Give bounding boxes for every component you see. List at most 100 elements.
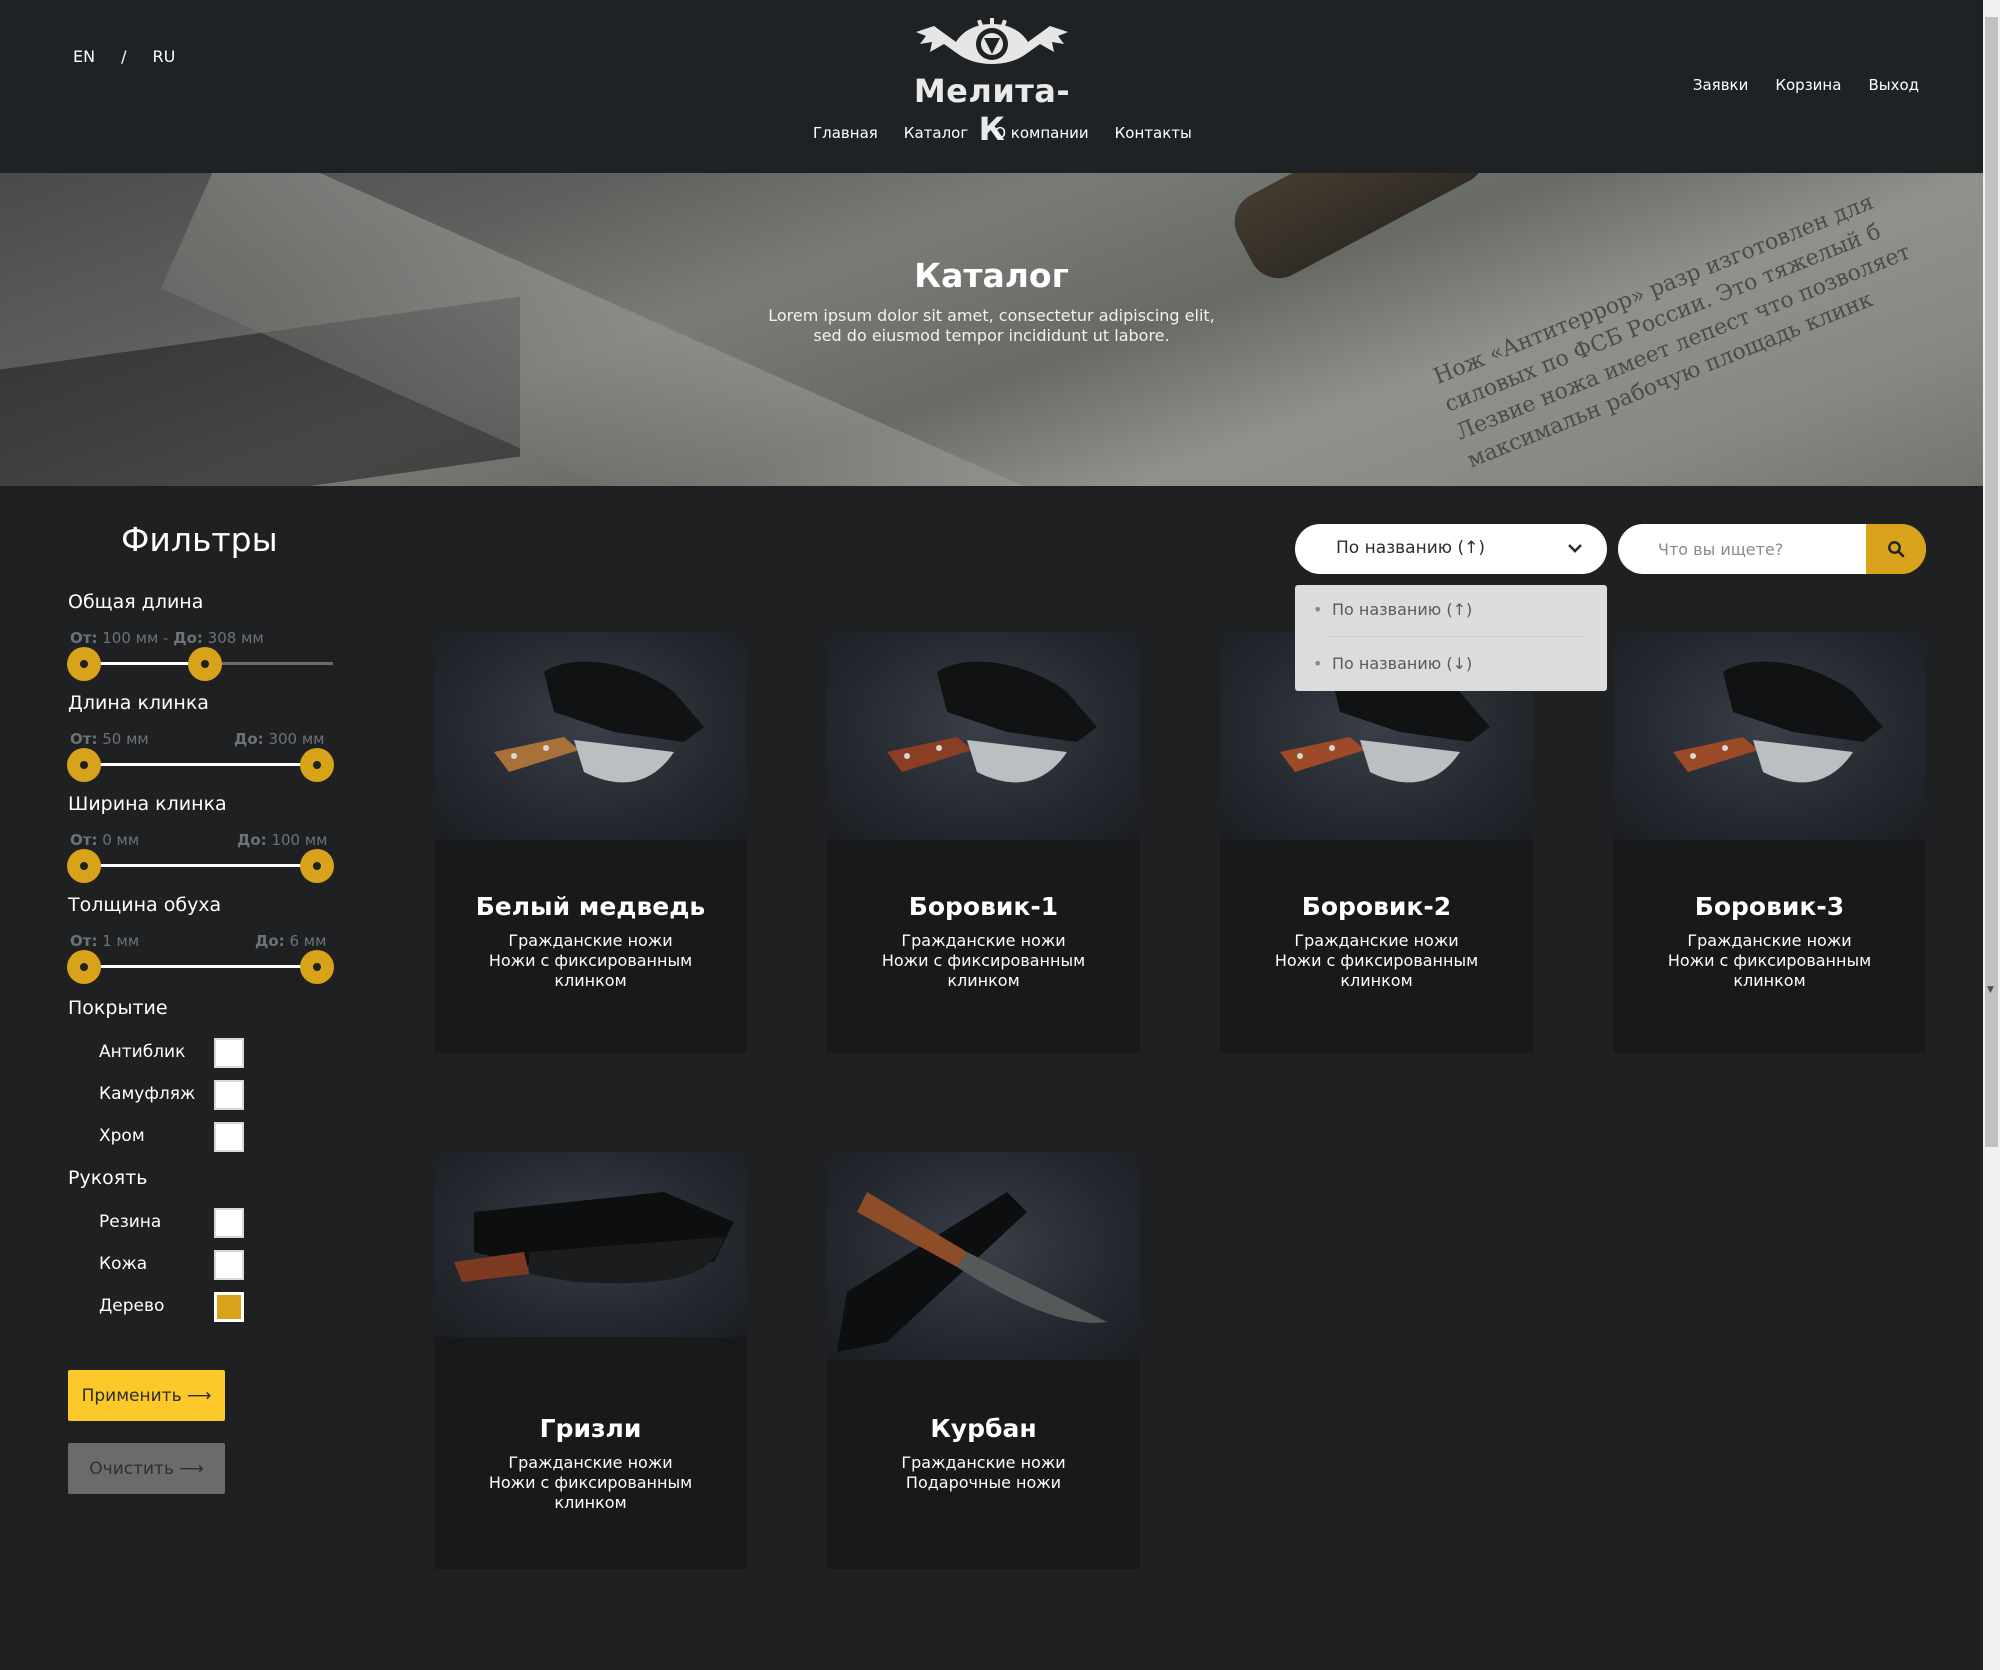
nav-about[interactable]: О компании — [994, 124, 1088, 142]
from-value: 1 мм — [102, 932, 140, 950]
range-track-active — [84, 864, 317, 867]
product-card[interactable]: Курбан Гражданские ножи Подарочные ножи — [827, 1152, 1140, 1569]
product-name[interactable]: Гризли — [434, 1414, 747, 1443]
product-categories: Гражданские ножи Ножи с фиксированным клин… — [1220, 931, 1533, 991]
cart-link[interactable]: Корзина — [1775, 76, 1841, 94]
dropdown-divider — [1328, 636, 1585, 637]
clear-filters-button[interactable]: Очистить ⟶ — [68, 1443, 225, 1494]
to-label: До: — [237, 831, 267, 849]
product-image[interactable] — [1613, 632, 1926, 840]
requests-link[interactable]: Заявки — [1693, 76, 1748, 94]
coating-chrome-checkbox[interactable] — [214, 1122, 244, 1152]
filter-blade-width-label: Ширина клинка — [68, 793, 227, 815]
handle-rubber-checkbox[interactable] — [214, 1208, 244, 1238]
to-value: 6 мм — [289, 932, 327, 950]
page-scrollbar[interactable]: ▼ — [1983, 0, 2000, 1670]
filter-spine-thickness-from: От: 1 мм — [70, 932, 139, 950]
range-track-active — [84, 965, 317, 968]
product-category: Гражданские ножи — [1687, 931, 1852, 950]
range-max-handle[interactable] — [300, 849, 334, 883]
main-nav: Главная Каталог О компании Контакты — [813, 124, 1192, 142]
sort-selected-value: По названию (↑) — [1336, 538, 1485, 558]
product-name[interactable]: Белый медведь — [434, 892, 747, 921]
scrollbar-thumb[interactable] — [1985, 17, 1998, 1147]
filter-blade-length-from: От: 50 мм — [70, 730, 149, 748]
product-name[interactable]: Боровик-3 — [1613, 892, 1926, 921]
product-category: клинком — [947, 971, 1020, 990]
range-min-handle[interactable] — [67, 849, 101, 883]
sort-option-asc[interactable]: По названию (↑) — [1313, 600, 1472, 619]
coating-antiglare-label: Антиблик — [99, 1042, 186, 1062]
sort-option-desc[interactable]: По названию (↓) — [1313, 654, 1472, 673]
product-card[interactable]: Гризли Гражданские ножи Ножи с фиксированн… — [434, 1152, 747, 1569]
filter-blade-width-from: От: 0 мм — [70, 831, 139, 849]
filter-spine-thickness-label: Толщина обуха — [68, 894, 222, 916]
product-card[interactable]: Боровик-1 Гражданские ножи Ножи с фиксиров… — [827, 632, 1140, 1053]
range-max-handle[interactable] — [300, 950, 334, 984]
sort-select[interactable]: По названию (↑) — [1295, 524, 1607, 574]
from-label: От: — [70, 932, 98, 950]
range-track-active — [84, 662, 205, 665]
product-image[interactable] — [434, 1152, 747, 1337]
nav-catalog[interactable]: Каталог — [904, 124, 968, 142]
filter-total-length-values: От: 100 мм - До: 308 мм — [70, 629, 264, 647]
product-card[interactable]: Боровик-2 Гражданские ножи Ножи с фиксиров… — [1220, 632, 1533, 1053]
range-max-handle[interactable] — [300, 748, 334, 782]
product-categories: Гражданские ножи Ножи с фиксированным клин… — [434, 931, 747, 991]
to-label: До: — [234, 730, 264, 748]
to-value: 300 мм — [268, 730, 325, 748]
filter-blade-length-to: До: 300 мм — [234, 730, 324, 748]
nav-home[interactable]: Главная — [813, 124, 878, 142]
range-min-handle[interactable] — [67, 748, 101, 782]
product-category: клинком — [1340, 971, 1413, 990]
filter-blade-width-to: До: 100 мм — [237, 831, 327, 849]
product-category: клинком — [554, 971, 627, 990]
hero-banner: Нож «Антитеррор» разр изготовлен для сил… — [0, 173, 1983, 486]
range-max-handle[interactable] — [188, 647, 222, 681]
product-name[interactable]: Боровик-2 — [1220, 892, 1533, 921]
filter-coating-label: Покрытие — [68, 997, 168, 1019]
product-category: Ножи с фиксированным — [488, 1473, 693, 1492]
product-card[interactable]: Боровик-3 Гражданские ножи Ножи с фиксиров… — [1613, 632, 1926, 1053]
product-category: Гражданские ножи — [901, 1453, 1066, 1472]
scroll-down-arrow-icon[interactable]: ▼ — [1987, 985, 1994, 995]
filter-total-length-label: Общая длина — [68, 591, 204, 613]
product-category: Ножи с фиксированным — [1667, 951, 1872, 970]
page-title: Каталог — [914, 256, 1069, 295]
range-joiner: - — [163, 629, 169, 647]
coating-antiglare-checkbox[interactable] — [214, 1038, 244, 1068]
search-input[interactable] — [1658, 524, 1858, 574]
lang-en[interactable]: EN — [73, 47, 95, 66]
language-switcher: EN / RU — [73, 47, 175, 66]
range-track-active — [84, 763, 317, 766]
bat-logo-icon — [916, 18, 1068, 64]
site-logo[interactable]: Мелита-К — [910, 14, 1074, 148]
product-image[interactable] — [827, 632, 1140, 840]
lang-ru[interactable]: RU — [152, 47, 175, 66]
product-name[interactable]: Боровик-1 — [827, 892, 1140, 921]
product-category: Гражданские ножи — [508, 931, 673, 950]
logout-link[interactable]: Выход — [1868, 76, 1919, 94]
handle-leather-label: Кожа — [99, 1254, 148, 1274]
product-name[interactable]: Курбан — [827, 1414, 1140, 1443]
range-min-handle[interactable] — [67, 647, 101, 681]
handle-wood-checkbox[interactable] — [214, 1292, 244, 1322]
range-track-inactive — [205, 662, 333, 665]
product-category: Ножи с фиксированным — [881, 951, 1086, 970]
from-value: 100 мм — [102, 629, 159, 647]
product-card[interactable]: Белый медведь Гражданские ножи Ножи с фикс… — [434, 632, 747, 1053]
product-image[interactable] — [827, 1152, 1140, 1360]
lang-separator: / — [121, 47, 127, 66]
range-min-handle[interactable] — [67, 950, 101, 984]
product-category: Гражданские ножи — [508, 1453, 673, 1472]
product-image[interactable] — [434, 632, 747, 840]
nav-contacts[interactable]: Контакты — [1115, 124, 1192, 142]
handle-leather-checkbox[interactable] — [214, 1250, 244, 1280]
product-category: Гражданские ножи — [1294, 931, 1459, 950]
hero-subtitle-line1: Lorem ipsum dolor sit amet, consectetur … — [768, 306, 1215, 325]
apply-filters-button[interactable]: Применить ⟶ — [68, 1370, 225, 1421]
product-category: Ножи с фиксированным — [1274, 951, 1479, 970]
coating-camo-checkbox[interactable] — [214, 1080, 244, 1110]
search-icon — [1888, 541, 1905, 558]
search-button[interactable] — [1866, 524, 1926, 574]
